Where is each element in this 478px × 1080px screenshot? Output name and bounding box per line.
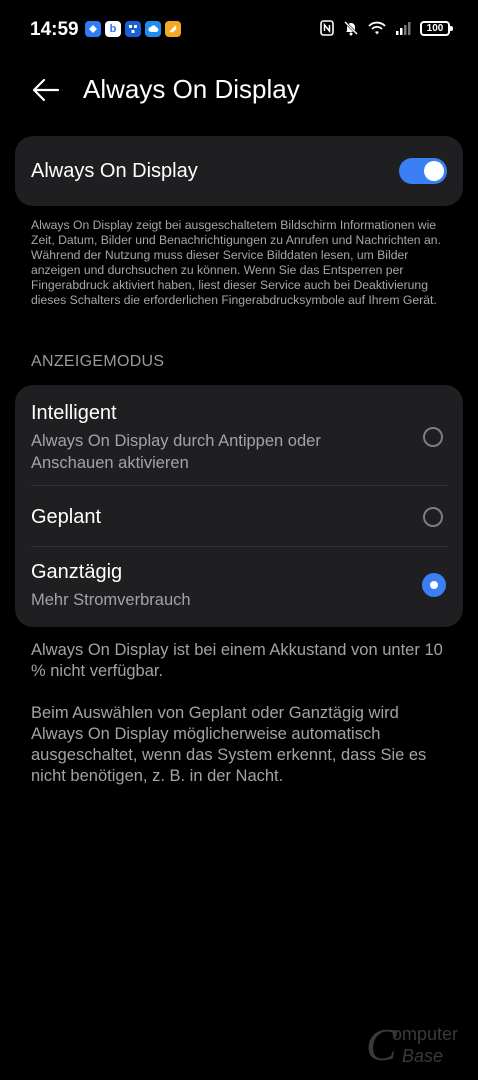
- notification-icons: b: [85, 21, 181, 37]
- system-icons: 100: [320, 20, 453, 36]
- signal-icon: [395, 21, 411, 35]
- aod-switch[interactable]: [399, 158, 447, 184]
- status-bar: 14:59 b 100: [0, 0, 478, 60]
- app-notification-icon: [165, 21, 181, 37]
- option-title: Ganztägig: [31, 561, 123, 583]
- app-notification-icon: b: [105, 21, 121, 37]
- option-all-day[interactable]: Ganztägig Mehr Stromverbrauch: [31, 561, 447, 611]
- radio-scheduled[interactable]: [423, 507, 443, 527]
- cloud-icon: [145, 21, 161, 37]
- divider: [31, 485, 447, 486]
- aod-toggle-label: Always On Display: [31, 160, 198, 182]
- auto-off-note: Beim Auswählen von Geplant oder Ganztägi…: [31, 704, 427, 785]
- option-scheduled[interactable]: Geplant: [31, 506, 447, 529]
- mute-icon: [343, 20, 359, 36]
- divider: [31, 546, 447, 547]
- page-title: Always On Display: [83, 74, 300, 104]
- option-title: Intelligent: [31, 402, 117, 424]
- aod-toggle-card[interactable]: Always On Display: [15, 136, 463, 206]
- back-button[interactable]: [30, 74, 62, 106]
- option-title: Geplant: [31, 506, 102, 528]
- display-mode-card: Intelligent Always On Display durch Anti…: [15, 385, 463, 627]
- section-title-display-mode: ANZEIGEMODUS: [31, 353, 165, 370]
- svg-text:omputer: omputer: [392, 1024, 458, 1044]
- svg-text:Base: Base: [402, 1046, 443, 1066]
- app-notification-icon: [125, 21, 141, 37]
- radio-all-day[interactable]: [422, 573, 446, 597]
- radio-intelligent[interactable]: [423, 427, 443, 447]
- status-time: 14:59: [30, 19, 79, 40]
- option-subtitle: Always On Display durch Antippen oder An…: [31, 432, 321, 472]
- watermark-logo: C omputer Base: [362, 1014, 466, 1070]
- wifi-icon: [368, 21, 386, 35]
- option-subtitle: Mehr Stromverbrauch: [31, 591, 191, 609]
- battery-icon: 100: [420, 20, 453, 36]
- battery-note: Always On Display ist bei einem Akkustan…: [31, 641, 443, 680]
- battery-level: 100: [426, 22, 444, 34]
- app-notification-icon: [85, 21, 101, 37]
- switch-knob: [424, 161, 444, 181]
- nfc-icon: [320, 20, 334, 36]
- aod-description: Always On Display zeigt bei ausgeschalte…: [31, 218, 441, 307]
- option-intelligent[interactable]: Intelligent Always On Display durch Anti…: [31, 402, 447, 474]
- back-arrow-icon: [32, 78, 60, 102]
